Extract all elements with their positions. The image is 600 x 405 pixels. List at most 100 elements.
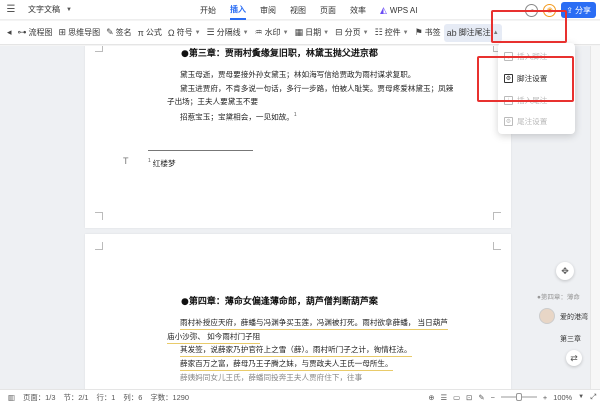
- chevron-left-icon: ◂: [7, 27, 12, 37]
- zoom-in-icon[interactable]: +: [543, 393, 547, 402]
- document-page-2[interactable]: ●第四章：薄命女偏逢薄命郎，葫芦僧判断葫芦案 雨村补授应天府，薛蟠与冯渊争买玉莲…: [85, 234, 511, 389]
- pagebreak-icon: ⊟: [335, 27, 343, 37]
- bookmark-icon: ⚑: [414, 27, 423, 37]
- smart-toolbox-icon[interactable]: ✥: [556, 262, 574, 280]
- insert-endnote-icon: ⁱ: [504, 96, 513, 105]
- zoom-knob[interactable]: [515, 393, 522, 401]
- user-avatar-icon[interactable]: ◉: [543, 3, 557, 17]
- margin-corner: [95, 212, 103, 220]
- zoom-level[interactable]: 100%: [553, 393, 572, 402]
- pagebreak-button[interactable]: ⊟ 分页 ▼: [332, 24, 372, 42]
- share-collab-icon[interactable]: ⇄: [566, 350, 582, 366]
- zoom-out-icon[interactable]: −: [491, 393, 495, 402]
- footnote-endnote-button[interactable]: ab 脚注尾注 ▲: [443, 23, 502, 42]
- pagebreak-label: 分页: [344, 28, 361, 37]
- chevron-down-icon[interactable]: ▼: [578, 394, 584, 400]
- footnote-reference[interactable]: 1: [294, 112, 297, 118]
- menu-icon[interactable]: ☰: [4, 3, 18, 17]
- status-bar: ▥ 页面：1/3 节：2/1 行：1 列：6 字数：1290 ⊕ ☰ ▭ ⊡ ✎…: [0, 389, 600, 405]
- margin-corner: [95, 242, 103, 250]
- date-icon: ▦: [294, 27, 304, 37]
- bookmark-button[interactable]: ⚑ 书签: [412, 24, 444, 42]
- avatar: [539, 308, 555, 324]
- title-bar: ☰ 文字文稿 ▼ 开始 插入 审阅 视图 页面 效率 ◭ WPS AI ☁ ◉ …: [0, 0, 600, 20]
- mindmap-button[interactable]: ⊞ 思维导图: [56, 24, 104, 42]
- chevron-down-icon: ▼: [242, 29, 249, 36]
- paragraph: 雨村补授应天府，薛蟠与冯渊争买玉莲，冯渊被打死。雨村欲拿薛蟠， 当日葫芦: [180, 316, 448, 330]
- tab-review[interactable]: 审阅: [260, 0, 276, 20]
- wps-ai-icon: ◭: [380, 4, 387, 15]
- formula-label: 公式: [145, 28, 162, 37]
- share-icon: ⇪: [566, 5, 573, 15]
- document-page-1[interactable]: ●第三章：贾雨村夤缘复旧职，林黛玉抛父进京都 黛玉母逝，贾母要接外孙女黛玉；林如…: [85, 46, 511, 228]
- tab-insert[interactable]: 插入: [230, 0, 246, 20]
- watermark-label: 水印: [264, 28, 281, 37]
- tab-view[interactable]: 视图: [290, 0, 306, 20]
- read-mode-icon[interactable]: ☰: [441, 393, 448, 402]
- zoom-slider[interactable]: [500, 393, 537, 401]
- flowchart-button[interactable]: ⊶ 流程图: [15, 24, 56, 42]
- mindmap-label: 思维导图: [68, 28, 101, 37]
- bookmark-label: 书签: [424, 28, 441, 37]
- paragraph: 黛玉进贾府，不肯多说一句话，多行一步路，怕被人耻笑。贾母疼爱林黛玉；凤辣: [180, 84, 454, 93]
- fullscreen-icon[interactable]: ⤢: [590, 392, 596, 402]
- endnote-settings-icon: ⚙: [504, 117, 513, 126]
- symbol-icon: Ω: [167, 27, 175, 38]
- status-page[interactable]: 页面：1/3: [23, 392, 55, 403]
- flowchart-icon: ⊶: [17, 27, 27, 37]
- paragraph-text: 招惹宝玉；宝黛相会，一见如故。: [180, 112, 294, 122]
- share-button[interactable]: ⇪ 分享: [561, 2, 596, 18]
- paragraph: 黛玉母逝，贾母要接外孙女黛玉；林如海写信给贾政为雨村谋求复职。: [180, 70, 416, 79]
- formula-button[interactable]: π 公式: [135, 24, 165, 42]
- web-view-icon[interactable]: ⊡: [466, 393, 472, 402]
- tab-page[interactable]: 页面: [320, 0, 336, 20]
- chevron-down-icon: ▼: [323, 29, 330, 36]
- toolbar-scroll-left[interactable]: ◂: [4, 24, 15, 42]
- flowchart-label: 流程图: [28, 28, 53, 37]
- symbol-button[interactable]: Ω 符号 ▼: [165, 24, 204, 42]
- layout-icon[interactable]: ▥: [8, 393, 15, 402]
- wps-ai-label: WPS AI: [389, 5, 418, 15]
- footnote-text: 红楼梦: [152, 159, 176, 168]
- insert-endnote-item: ⁱ 插入尾注: [504, 95, 547, 106]
- date-button[interactable]: ▦ 日期 ▼: [292, 24, 332, 42]
- footnote-settings-icon: ⚙: [504, 74, 513, 83]
- insert-endnote-label: 插入尾注: [517, 96, 548, 105]
- footnote-endnote-label: 脚注尾注: [458, 28, 491, 37]
- footnote-entry[interactable]: 1 红楼梦: [148, 158, 176, 169]
- comment-reference: 第三章: [560, 336, 581, 343]
- status-words[interactable]: 字数：1290: [150, 392, 189, 403]
- chevron-down-icon: ▼: [402, 29, 409, 36]
- file-menu[interactable]: 文字文稿: [28, 4, 60, 15]
- watermark-button[interactable]: ♒ 水印 ▼: [252, 24, 292, 42]
- status-col: 列：6: [123, 393, 143, 402]
- ribbon-tabs: 开始 插入 审阅 视图 页面 效率 ◭ WPS AI: [200, 0, 417, 20]
- control-button[interactable]: ☷ 控件 ▼: [372, 24, 412, 42]
- footnote-settings-item[interactable]: ⚙ 脚注设置: [504, 73, 547, 84]
- cloud-icon[interactable]: ☁: [525, 3, 539, 17]
- signature-button[interactable]: ✎ 签名: [103, 24, 135, 42]
- signature-icon: ✎: [106, 27, 114, 37]
- tab-efficiency[interactable]: 效率: [350, 0, 366, 20]
- view-mode-icon[interactable]: ⊕: [428, 393, 434, 402]
- status-row: 行：1: [96, 393, 116, 402]
- endnote-settings-item: ⚙ 尾注设置: [504, 116, 547, 127]
- insert-footnote-icon: ₁: [504, 52, 513, 61]
- comment-card[interactable]: ●第四章：薄命 爱的港湾 第三章: [531, 288, 600, 346]
- page-view-icon[interactable]: ▭: [453, 393, 460, 402]
- divider-button[interactable]: ☰ 分隔线 ▼: [204, 24, 252, 42]
- tab-home[interactable]: 开始: [200, 0, 216, 20]
- outline-view-icon[interactable]: ✎: [478, 393, 484, 402]
- divider-label: 分隔线: [216, 28, 241, 37]
- symbol-label: 符号: [176, 28, 193, 37]
- divider-icon: ☰: [206, 27, 215, 37]
- footnote-separator: [148, 150, 253, 151]
- chevron-down-icon[interactable]: ▼: [62, 3, 76, 17]
- text-cursor-icon: T: [123, 156, 129, 166]
- tab-wps-ai[interactable]: ◭ WPS AI: [380, 0, 417, 20]
- endnote-settings-label: 尾注设置: [517, 117, 548, 126]
- comment-header: ●第四章：薄命: [537, 294, 580, 301]
- watermark-icon: ♒: [254, 27, 263, 37]
- chevron-down-icon: ▼: [362, 29, 369, 36]
- footnote-settings-label: 脚注设置: [517, 74, 548, 83]
